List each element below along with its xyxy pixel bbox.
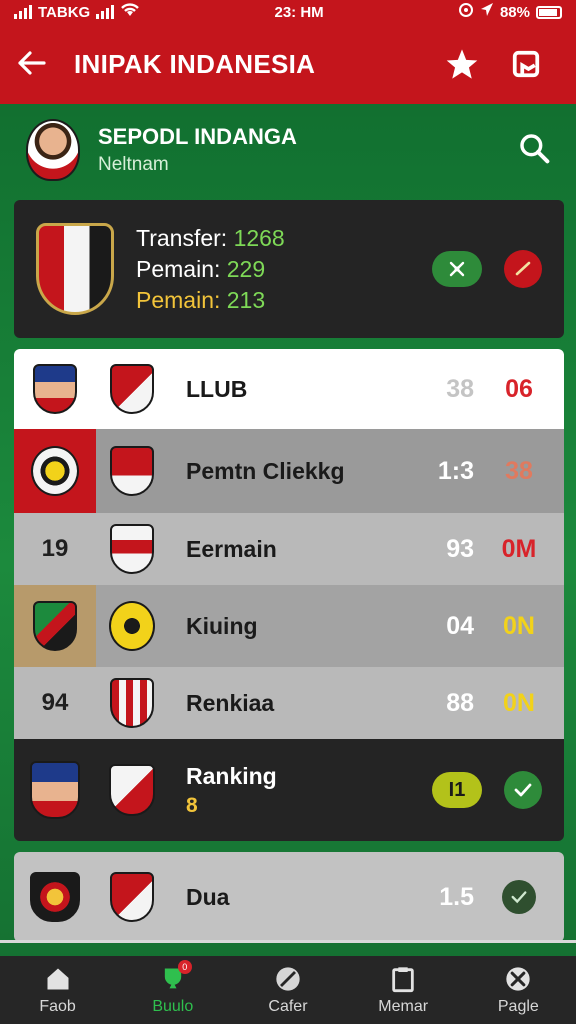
- featured-row[interactable]: Ranking 8 I1: [14, 739, 564, 841]
- alarm-icon: [458, 2, 474, 22]
- clock: 23: HM: [274, 3, 324, 21]
- search-icon: [520, 133, 550, 163]
- row-value: 04: [446, 611, 474, 640]
- row-value: 88: [446, 688, 474, 717]
- row-value: 1.5: [439, 882, 474, 911]
- signal-icon: [14, 5, 32, 19]
- nav-item-ball[interactable]: Cafer: [238, 964, 338, 1016]
- nav-item-trophy[interactable]: 0 Buulo: [123, 960, 223, 1016]
- featured-sub: 8: [186, 793, 198, 817]
- row-score: 0M: [501, 534, 537, 563]
- club-crest: [36, 223, 114, 315]
- table-row[interactable]: 19 Eermain 93 0M: [14, 513, 564, 585]
- club-crest: [110, 446, 154, 496]
- club-crest: [31, 446, 79, 496]
- bookmark-icon: [512, 50, 540, 78]
- table-row[interactable]: 94 Renkiaa 88 0N: [14, 667, 564, 739]
- swap-icon: [449, 261, 465, 277]
- player-badge: [33, 364, 77, 414]
- bottom-nav: Faob 0 Buulo Cafer Memar Pagle: [0, 956, 576, 1024]
- check-icon: [511, 891, 527, 904]
- club-crest: [110, 364, 154, 414]
- nav-item-close[interactable]: Pagle: [468, 964, 568, 1016]
- featured-pill[interactable]: I1: [432, 772, 482, 808]
- nav-label: Cafer: [268, 998, 308, 1015]
- clipboard-icon: [388, 964, 418, 994]
- favorite-button[interactable]: [430, 48, 494, 80]
- summary-card[interactable]: Transfer: 1268 Pemain: 229 Pemain: 213: [14, 200, 564, 338]
- club-crest: [110, 524, 154, 574]
- nav-label: Faob: [39, 998, 76, 1015]
- club-crest: [109, 601, 155, 651]
- row-value: 93: [446, 534, 474, 563]
- table-row[interactable]: Kiuing 04 0N: [14, 585, 564, 667]
- row-name: Pemtn Cliekkg: [186, 457, 345, 484]
- club-crest: [110, 872, 154, 922]
- compare-button[interactable]: [432, 251, 482, 287]
- row-name: Dua: [186, 883, 230, 910]
- page-title: INIPAK INDANESIA: [74, 48, 316, 79]
- check-icon: [515, 261, 531, 276]
- nav-label: Buulo: [152, 998, 194, 1015]
- table-row[interactable]: Dua 1.5: [14, 852, 564, 942]
- bookmark-button[interactable]: [494, 49, 558, 79]
- profile-subtitle: Neltnam: [98, 154, 169, 175]
- nav-item-clipboard[interactable]: Memar: [353, 964, 453, 1016]
- home-icon: [43, 964, 73, 994]
- club-crest: [33, 601, 77, 651]
- featured-name: Ranking: [186, 762, 277, 789]
- location-icon: [480, 2, 494, 22]
- app-bar: INIPAK INDANESIA: [0, 24, 576, 104]
- divider: [0, 940, 576, 943]
- summary-line-transfer: Transfer: 1268: [136, 224, 285, 251]
- profile-name: SEPODL INDANGA: [98, 124, 297, 149]
- table-row[interactable]: Pemtn Cliekkg 1:3 38: [14, 429, 564, 513]
- nav-label: Pagle: [497, 998, 539, 1015]
- summary-line-pemain: Pemain: 229: [136, 255, 266, 282]
- row-check-button[interactable]: [502, 880, 536, 914]
- club-crest: [110, 678, 154, 728]
- signal-icon-2: [96, 5, 115, 19]
- row-value: 38: [446, 374, 474, 403]
- club-crest: [30, 872, 80, 922]
- battery-icon: [536, 5, 562, 19]
- wifi-icon: [120, 2, 140, 22]
- featured-check-button[interactable]: [504, 771, 542, 809]
- battery-percent: 88%: [499, 3, 530, 21]
- status-bar: TABKG 23: HM 88%: [0, 0, 576, 24]
- avatar[interactable]: [26, 119, 80, 181]
- carrier-label: TABKG: [38, 3, 91, 21]
- confirm-button[interactable]: [504, 250, 542, 288]
- row-score: 0N: [503, 611, 535, 640]
- player-badge: [30, 761, 80, 819]
- row-score: 06: [505, 374, 533, 403]
- row-score: 0N: [503, 688, 535, 717]
- search-button[interactable]: [518, 132, 550, 169]
- nav-label: Memar: [378, 998, 429, 1015]
- row-name: Kiuing: [186, 612, 258, 639]
- check-icon: [514, 783, 532, 797]
- profile-header: SEPODL INDANGA Neltnam: [0, 104, 576, 196]
- rank-number: 19: [41, 535, 69, 562]
- row-score: 38: [505, 456, 533, 485]
- nav-item-home[interactable]: Faob: [8, 964, 108, 1016]
- ranking-table: LLUB 38 06 Pemtn Cliekkg 1:3 38 19 Eerma…: [14, 349, 564, 841]
- row-value: 1:3: [437, 456, 474, 485]
- rank-number: 94: [41, 689, 69, 716]
- row-name: Eermain: [186, 535, 277, 562]
- ball-icon: [273, 964, 303, 994]
- summary-line-pemain-2: Pemain: 213: [136, 286, 266, 313]
- row-name: Renkiaa: [186, 689, 275, 716]
- trophy-icon: 0: [158, 960, 192, 994]
- club-crest: [109, 764, 155, 816]
- close-icon: [503, 964, 533, 994]
- table-row[interactable]: LLUB 38 06: [14, 349, 564, 429]
- row-name: LLUB: [186, 375, 248, 402]
- notification-badge: 0: [177, 960, 192, 974]
- back-arrow-icon: [18, 51, 46, 75]
- star-icon: [446, 49, 478, 79]
- back-button[interactable]: [18, 48, 66, 80]
